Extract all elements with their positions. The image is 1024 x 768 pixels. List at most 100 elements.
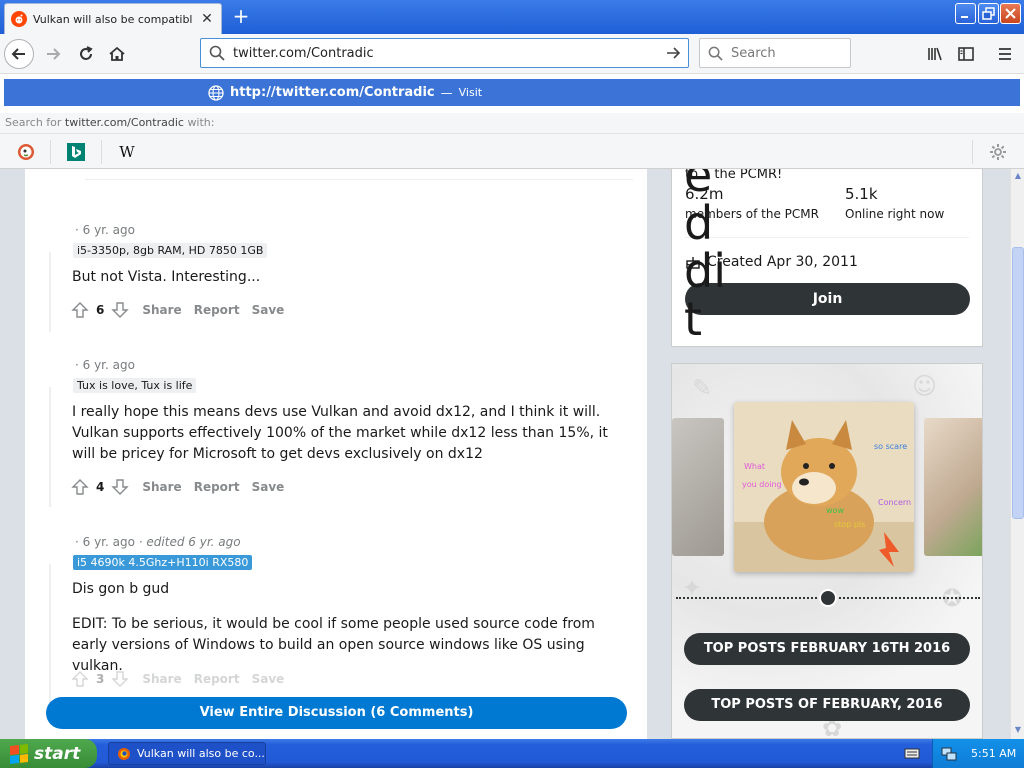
bing-engine-icon[interactable] — [66, 142, 86, 162]
suggestion-visit: Visit — [458, 86, 483, 99]
comment-meta: · 6 yr. ago — [75, 223, 135, 237]
back-arrow-icon — [11, 48, 25, 60]
upvote-icon[interactable] — [70, 300, 90, 320]
top-posts-february-button[interactable]: TOP POSTS OF FEBRUARY, 2016 — [684, 689, 970, 721]
page-scrollbar[interactable]: ▲ ▼ — [1010, 169, 1024, 739]
save-button[interactable]: Save — [252, 303, 285, 317]
browser-tab[interactable]: Vulkan will also be compatible with ✕ — [4, 3, 222, 34]
share-button[interactable]: Share — [142, 303, 181, 317]
keyboard-icon[interactable] — [904, 746, 920, 760]
carousel-slide-prev[interactable] — [672, 418, 724, 556]
scroll-down-arrow-icon[interactable]: ▼ — [1011, 723, 1024, 737]
search-bar[interactable] — [699, 38, 851, 68]
online-count: 5.1k — [845, 185, 878, 203]
title-bar: Vulkan will also be compatible with ✕ + — [0, 0, 1024, 34]
doge-word: What — [744, 462, 766, 471]
firefox-icon — [118, 747, 130, 760]
globe-icon — [208, 84, 224, 101]
background-doodle: ☺ — [912, 372, 938, 400]
divider — [85, 179, 633, 180]
home-icon — [109, 46, 125, 61]
task-title: Vulkan will also be co... — [137, 747, 265, 760]
close-window-button[interactable] — [1000, 3, 1021, 24]
library-button[interactable] — [920, 39, 950, 69]
edited-time: · edited 6 yr. ago — [138, 535, 241, 549]
restore-button[interactable] — [978, 3, 999, 24]
comment-body: Dis gon b gud — [72, 581, 170, 597]
sidebar-icon — [958, 47, 974, 61]
downvote-icon[interactable] — [110, 300, 130, 320]
close-icon — [1005, 8, 1016, 19]
minimize-button[interactable] — [955, 3, 976, 24]
sidebar-button[interactable] — [951, 39, 981, 69]
hamburger-menu-icon — [999, 48, 1011, 60]
search-for-row: Search for twitter.com/Contradic with: — [0, 113, 1024, 133]
go-arrow-icon[interactable] — [662, 42, 684, 64]
reload-button[interactable] — [71, 39, 101, 69]
suggestion-dash: — — [440, 85, 453, 100]
background-doodle: ✎ — [692, 374, 713, 402]
home-button[interactable] — [102, 39, 132, 69]
share-button[interactable]: Share — [142, 480, 181, 494]
url-text[interactable]: twitter.com/Contradic — [233, 46, 662, 61]
comment-meta: · 6 yr. ago — [75, 358, 135, 372]
engine-separator — [972, 140, 973, 164]
clock: 5:51 AM — [971, 747, 1017, 760]
library-icon — [928, 47, 942, 61]
forward-button[interactable] — [38, 39, 68, 69]
start-label: start — [34, 743, 81, 764]
forward-arrow-icon — [47, 48, 61, 60]
top-posts-feb-16-button[interactable]: TOP POSTS FEBRUARY 16TH 2016 — [684, 633, 970, 665]
upvote-icon[interactable] — [70, 669, 90, 689]
comment-time: · 6 yr. ago — [75, 535, 135, 549]
save-button[interactable]: Save — [252, 480, 285, 494]
url-suggestion[interactable]: http://twitter.com/Contradic — Visit — [4, 79, 1020, 106]
doge-word: so scare — [874, 442, 908, 451]
search-input[interactable] — [731, 45, 841, 61]
minimize-icon — [961, 16, 968, 18]
back-button[interactable] — [4, 39, 34, 69]
thread-line[interactable] — [49, 387, 51, 507]
menu-button[interactable] — [990, 39, 1020, 69]
report-button[interactable]: Report — [194, 672, 240, 686]
tab-close-icon[interactable]: ✕ — [199, 11, 215, 27]
report-button[interactable]: Report — [194, 303, 240, 317]
restore-icon — [982, 7, 995, 20]
downvote-icon[interactable] — [110, 669, 130, 689]
duckduckgo-engine-icon[interactable] — [16, 142, 36, 162]
carousel-slide-next[interactable] — [924, 418, 982, 556]
share-button[interactable]: Share — [142, 672, 181, 686]
comment-actions: 6 Share Report Save — [70, 300, 284, 320]
url-bar[interactable]: twitter.com/Contradic — [200, 38, 689, 68]
windows-flag-icon — [10, 743, 28, 764]
scroll-up-arrow-icon[interactable]: ▲ — [1011, 169, 1024, 183]
report-button[interactable]: Report — [194, 480, 240, 494]
gear-icon[interactable] — [988, 142, 1008, 162]
new-tab-icon[interactable]: + — [230, 5, 252, 27]
vote-score: 6 — [96, 303, 105, 317]
view-entire-discussion-button[interactable]: View Entire Discussion (6 Comments) — [46, 697, 627, 729]
comment-body: I really hope this means devs use Vulkan… — [72, 404, 608, 462]
scroll-thumb[interactable] — [1012, 247, 1024, 519]
vote-score: 4 — [96, 480, 105, 494]
downvote-icon[interactable] — [110, 477, 130, 497]
carousel-position-dot[interactable] — [819, 589, 837, 607]
reddit-icon — [11, 11, 27, 27]
start-button[interactable]: start — [0, 739, 97, 768]
carousel-slide-doge[interactable]: What you doing so scare Concern wow stop… — [734, 402, 914, 572]
comment-actions: 4 Share Report Save — [70, 477, 284, 497]
doge-word: Concern — [878, 498, 912, 507]
doge-word: you doing — [742, 480, 782, 489]
upvote-icon[interactable] — [70, 477, 90, 497]
broken-header-text: e d di t — [684, 169, 726, 346]
comment-actions: 3 Share Report Save — [70, 669, 284, 689]
comment-body-edit: EDIT: To be serious, it would be cool if… — [72, 616, 595, 674]
thread-line[interactable] — [49, 252, 51, 332]
search-icon — [708, 46, 723, 61]
comments-panel: · 6 yr. ago i5-3350p, 8gb RAM, HD 7850 1… — [25, 169, 647, 739]
wikipedia-engine-icon[interactable]: W — [117, 142, 137, 162]
save-button[interactable]: Save — [252, 672, 285, 686]
engine-separator — [101, 140, 102, 164]
network-icon[interactable] — [941, 746, 957, 762]
taskbar-firefox-item[interactable]: Vulkan will also be co... — [108, 742, 266, 765]
